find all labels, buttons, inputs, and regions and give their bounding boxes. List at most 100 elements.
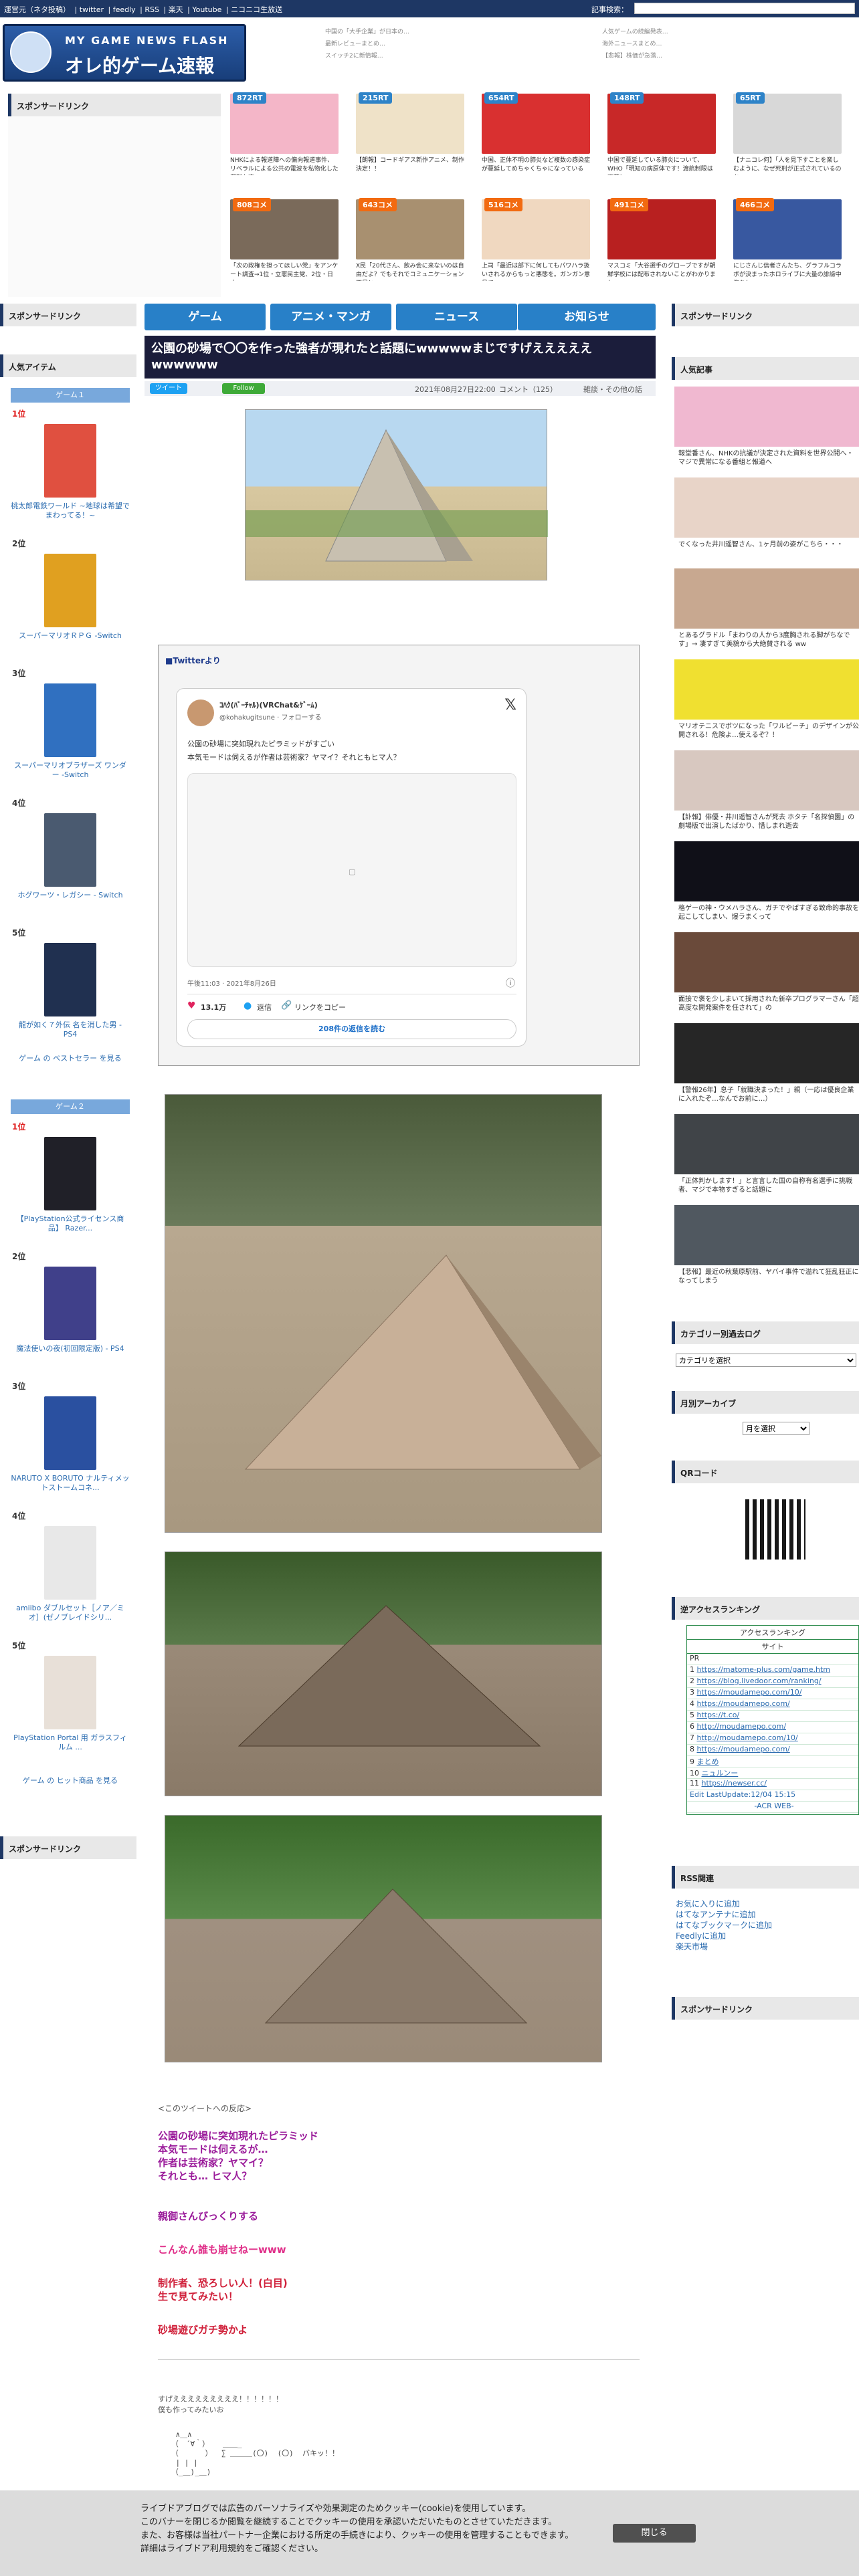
featured-article[interactable]: 215RT 【朗報】コードギアス新作アニメ、制作決定！！ [356,92,464,178]
product-title[interactable]: 魔法使いの夜(初回限定版) - PS4 [11,1344,130,1354]
access-link[interactable]: ニュルンー [702,1769,739,1778]
popular-article-caption[interactable]: 【訃報】俳優・井川遥智さんが死去 ホタテ「名探偵園」の劇場版で出演したばかり、惜… [678,813,859,831]
product-image[interactable] [44,1656,96,1729]
rss-link[interactable]: はてなブックマークに追加 [676,1919,772,1931]
featured-article[interactable]: 643コメ X民「20代さん、飲み会に来ないのは自由だよ？でもそれでコミュニケーシ… [356,198,464,284]
popular-article-caption[interactable]: 【悲報】最近の秋葉原駅前、ヤバイ事件で溢れて狂乱狂正になってしまう [678,1268,859,1285]
product-image[interactable] [44,943,96,1016]
popular-article[interactable]: 【悲報】最近の秋葉原駅前、ヤバイ事件で溢れて狂乱狂正になってしまう [674,1205,859,1285]
product-image[interactable] [44,1526,96,1600]
product-title[interactable]: 【PlayStation公式ライセンス商品】 Razer... [11,1214,130,1233]
popular-article-thumbnail[interactable] [674,932,859,992]
popular-article[interactable]: とあるグラドル「まわりの人から3度胸される脚がちなです」→ 凄すぎて美貌から大絶… [674,568,859,649]
header-news-line[interactable]: 最新レビューまとめ… [325,39,546,47]
product-title[interactable]: PlayStation Portal 用 ガラスフィルム ... [11,1733,130,1752]
access-link[interactable]: https://moudamepo.com/ [697,1699,790,1708]
access-link[interactable]: まとめ [697,1757,719,1766]
popular-article-thumbnail[interactable] [674,1205,859,1265]
header-news-line[interactable]: 海外ニュースまとめ… [602,39,823,47]
monthly-select[interactable]: 月を選択 [743,1422,809,1435]
link-feedly[interactable]: feedly [113,5,136,14]
product-title[interactable]: 龍が如く７外伝 名を消した男 - PS4 [11,1021,130,1039]
featured-caption[interactable]: 中国で蔓延している肺炎について、WHO「現知の病原体です！渡航制限は不要！」 [607,156,716,175]
access-link[interactable]: https://moudamepo.com/10/ [697,1688,802,1697]
product-title[interactable]: スーパーマリオＲＰＧ -Switch [11,631,130,641]
access-link[interactable]: https://newser.cc/ [702,1779,767,1788]
rss-link[interactable]: 楽天市場 [676,1941,708,1952]
article-comments[interactable]: コメント（125） [499,384,557,395]
nav-news[interactable]: ニュース [396,304,517,330]
access-link[interactable]: https://moudamepo.com/ [697,1745,790,1753]
popular-article-caption[interactable]: 格ゲーの神・ウメハラさん、ガチでやばすぎる致命的事故を起こしてしまい、爆ラまくっ… [678,904,859,922]
rss-link[interactable]: Feedlyに追加 [676,1930,726,1941]
game2-tab[interactable]: ゲーム２ [11,1099,130,1114]
cookie-close-button[interactable]: 閉じる [613,2524,696,2543]
bestseller-link[interactable]: ゲーム の ベストセラー を見る [11,1054,130,1063]
featured-caption[interactable]: にじさんじ信者さんたち、グラフルコラボが決まったホロライブに大量の誹謗中傷をし [733,262,842,281]
product-title[interactable]: ホグワーツ・レガシー - Switch [11,891,130,900]
popular-article-thumbnail[interactable] [674,659,859,720]
link-youtube[interactable]: Youtube [192,5,221,14]
x-logo-icon[interactable]: 𝕏 [504,697,516,714]
featured-article[interactable]: 516コメ 上司「最近は部下に何してもパワハラ扱いされるからもっと悪態を。ガンガン… [482,198,590,284]
tweet-avatar[interactable] [187,700,214,726]
search-input[interactable] [634,3,855,14]
nav-anime-manga[interactable]: アニメ・マンガ [270,304,391,330]
featured-article[interactable]: 148RT 中国で蔓延している肺炎について、WHO「現知の病原体です！渡航制限は不… [607,92,716,178]
popular-article[interactable]: 報堂番さん、NHKの抗議が決定された資料を世界公開へ・マジで異常になる番組と報道… [674,387,859,467]
popular-article-thumbnail[interactable] [674,750,859,811]
reply-icon[interactable]: ● [244,1000,252,1011]
popular-article[interactable]: 【警報26年】息子「就職決まった！」親（一応は優良企業に入れたぞ…なんでお前に…… [674,1023,859,1103]
product-image[interactable] [44,424,96,498]
heart-icon[interactable]: ♥ [187,1000,196,1011]
reply-label[interactable]: 返信 [257,1002,272,1012]
product-image[interactable] [44,1137,96,1210]
access-title[interactable]: アクセスランキング [687,1626,858,1640]
access-link[interactable]: http://moudamepo.com/ [697,1722,787,1731]
tweet-media[interactable]: ▢ [187,773,516,967]
featured-caption[interactable]: NHKによる報道陣への偏向報道事件、リベラルによる公共の電波を私物化した深刻な事 [230,156,339,175]
link-contact[interactable]: 運営元（ネタ投稿） [4,5,70,14]
header-news-line[interactable]: 中国の「大手企業」が日本の… [325,27,546,35]
popular-article-caption[interactable]: 報堂番さん、NHKの抗議が決定された資料を世界公開へ・マジで異常になる番組と報道… [678,449,859,467]
header-news-line[interactable]: 人気ゲームの続編発表… [602,27,823,35]
product-image[interactable] [44,1396,96,1470]
popular-article[interactable]: でくなった井川遥智さん、1ヶ月前の姿がこちら・・・ [674,477,859,558]
featured-article[interactable]: 65RT 【ナニコレ何】「人を見下すことを楽しむように、なぜ死刑が正式されているの… [733,92,842,178]
read-replies-button[interactable]: 208件の返信を読む [187,1019,516,1039]
article-category[interactable]: 雑談・その他の話 [583,384,642,395]
featured-article[interactable]: 491コメ マスコミ「大谷選手のグローブですが朝鮮学校には配布されないことがわかり… [607,198,716,284]
product-title[interactable]: NARUTO X BORUTO ナルティメットストームコネ... [11,1474,130,1493]
featured-caption[interactable]: マスコミ「大谷選手のグローブですが朝鮮学校には配布されないことがわかりまし [607,262,716,281]
product-image[interactable] [44,554,96,627]
info-icon[interactable]: ⓘ [506,976,515,990]
tweet-time[interactable]: 午後11:03 · 2021年8月26日 [187,978,276,988]
access-link[interactable]: https://t.co/ [697,1711,740,1719]
popular-article[interactable]: マリオテニスでボツになった「ワルピーチ」のデザインが公開される！危険よ…使えるぞ… [674,659,859,740]
featured-caption[interactable]: 【朗報】コードギアス新作アニメ、制作決定！！ [356,156,464,175]
link-twitter[interactable]: twitter [80,5,104,14]
follow-button[interactable]: Follow [222,383,265,394]
tweet-card[interactable]: ｺﾊｸ(ﾊﾞｰﾁｬﾙ)(VRChat&ｹﾞｰﾑ) @kohakugitsune … [176,688,527,1047]
nav-notice[interactable]: お知らせ [518,304,656,330]
popular-article-thumbnail[interactable] [674,387,859,447]
featured-caption[interactable]: 【ナニコレ何】「人を見下すことを楽しむように、なぜ死刑が正式されているのか [733,156,842,175]
access-link[interactable]: https://matome-plus.com/game.htm [697,1665,831,1674]
product-image[interactable] [44,813,96,887]
link-icon[interactable]: 🔗 [281,1000,292,1010]
popular-article-thumbnail[interactable] [674,568,859,629]
popular-article-caption[interactable]: 面接で褒を少しまいて採用された新卒プログラマーさん「超高度な開発案件を任されて」… [678,995,859,1012]
copy-link-label[interactable]: リンクをコピー [294,1002,346,1012]
tweet-user[interactable]: ｺﾊｸ(ﾊﾞｰﾁｬﾙ)(VRChat&ｹﾞｰﾑ) [219,700,318,710]
product-image[interactable] [44,683,96,757]
product-title[interactable]: スーパーマリオブラザーズ ワンダー -Switch [11,761,130,780]
featured-caption[interactable]: X民「20代さん、飲み会に来ないのは自由だよ？でもそれでコミュニケーション不足と [356,262,464,281]
access-credit[interactable]: -ACR WEB- [687,1802,858,1813]
media-play-icon[interactable]: ▢ [349,867,355,876]
tweet-button[interactable]: ツイート [150,383,187,394]
popular-article[interactable]: 「正体判かします！」と言言した国の自称有名選手に挑戦者、マジで本物すぎると話題に [674,1114,859,1194]
access-link[interactable]: http://moudamepo.com/10/ [697,1733,798,1742]
nav-game[interactable]: ゲーム [145,304,266,330]
popular-article-thumbnail[interactable] [674,1023,859,1083]
featured-caption[interactable]: 中国、正体不明の肺炎など複数の感染症が蔓延してめちゃくちゃになっている [482,156,590,175]
